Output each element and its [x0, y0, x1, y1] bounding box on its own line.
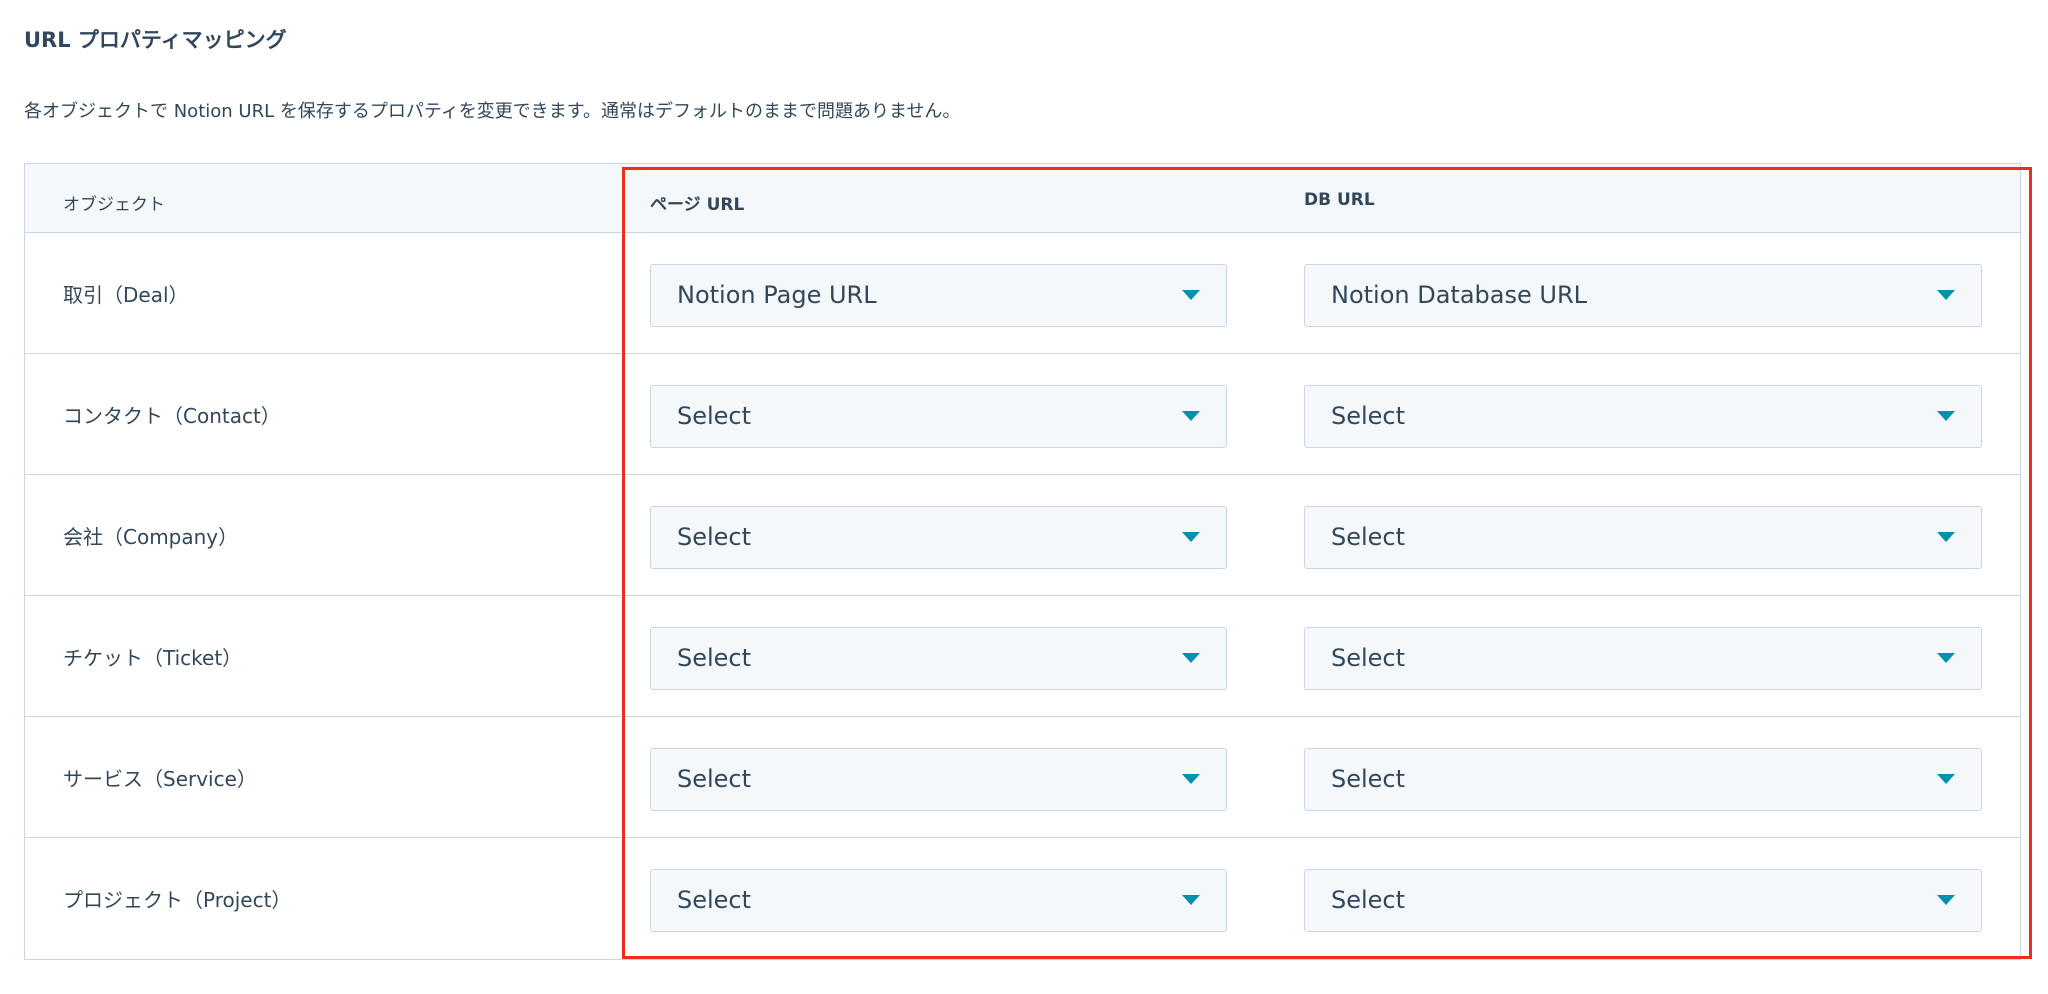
caret-down-icon	[1937, 290, 1955, 300]
object-label: サービス（Service）	[63, 767, 257, 791]
select-value: Select	[677, 765, 752, 793]
select-value: Notion Page URL	[677, 281, 877, 309]
column-header-object: オブジェクト	[63, 195, 165, 215]
column-header-page-url: ページ URL	[650, 195, 745, 215]
caret-down-icon	[1182, 290, 1200, 300]
caret-down-icon	[1182, 411, 1200, 421]
caret-down-icon	[1937, 653, 1955, 663]
table-header-row: オブジェクト ページ URL DB URL	[25, 164, 2020, 233]
db-url-select[interactable]: Select	[1304, 748, 1982, 811]
caret-down-icon	[1937, 532, 1955, 542]
caret-down-icon	[1937, 774, 1955, 784]
select-value: Select	[1331, 765, 1406, 793]
object-label: コンタクト（Contact）	[63, 404, 281, 428]
table-row-service: サービス（Service） Select Select	[25, 717, 2020, 838]
url-mapping-table: オブジェクト ページ URL DB URL 取引（Deal） Notion Pa…	[24, 163, 2021, 960]
select-value: Select	[677, 886, 752, 914]
caret-down-icon	[1182, 774, 1200, 784]
select-value: Select	[1331, 886, 1406, 914]
select-value: Select	[1331, 644, 1406, 672]
page-url-select[interactable]: Select	[650, 869, 1227, 932]
select-value: Select	[677, 644, 752, 672]
object-label: チケット（Ticket）	[63, 646, 243, 670]
caret-down-icon	[1182, 532, 1200, 542]
select-value: Select	[677, 402, 752, 430]
db-url-select[interactable]: Select	[1304, 385, 1982, 448]
object-label: 取引（Deal）	[63, 283, 189, 307]
select-value: Select	[677, 523, 752, 551]
db-url-select[interactable]: Select	[1304, 869, 1982, 932]
page-url-select[interactable]: Notion Page URL	[650, 264, 1227, 327]
caret-down-icon	[1937, 411, 1955, 421]
section-description: 各オブジェクトで Notion URL を保存するプロパティを変更できます。通常…	[24, 101, 961, 122]
table-row-company: 会社（Company） Select Select	[25, 475, 2020, 596]
table-row-contact: コンタクト（Contact） Select Select	[25, 354, 2020, 475]
page-url-select[interactable]: Select	[650, 627, 1227, 690]
table-row-project: プロジェクト（Project） Select Select	[25, 838, 2020, 959]
section-title: URL プロパティマッピング	[24, 28, 287, 52]
db-url-select[interactable]: Select	[1304, 627, 1982, 690]
db-url-select[interactable]: Notion Database URL	[1304, 264, 1982, 327]
table-row-deal: 取引（Deal） Notion Page URL Notion Database…	[25, 233, 2020, 354]
object-label: 会社（Company）	[63, 525, 239, 549]
select-value: Select	[1331, 523, 1406, 551]
page-url-select[interactable]: Select	[650, 506, 1227, 569]
object-label: プロジェクト（Project）	[63, 888, 292, 912]
db-url-select[interactable]: Select	[1304, 506, 1982, 569]
page-url-select[interactable]: Select	[650, 385, 1227, 448]
table-row-ticket: チケット（Ticket） Select Select	[25, 596, 2020, 717]
caret-down-icon	[1182, 653, 1200, 663]
column-header-db-url: DB URL	[1304, 190, 1375, 210]
select-value: Notion Database URL	[1331, 281, 1587, 309]
select-value: Select	[1331, 402, 1406, 430]
caret-down-icon	[1937, 895, 1955, 905]
page-url-select[interactable]: Select	[650, 748, 1227, 811]
caret-down-icon	[1182, 895, 1200, 905]
